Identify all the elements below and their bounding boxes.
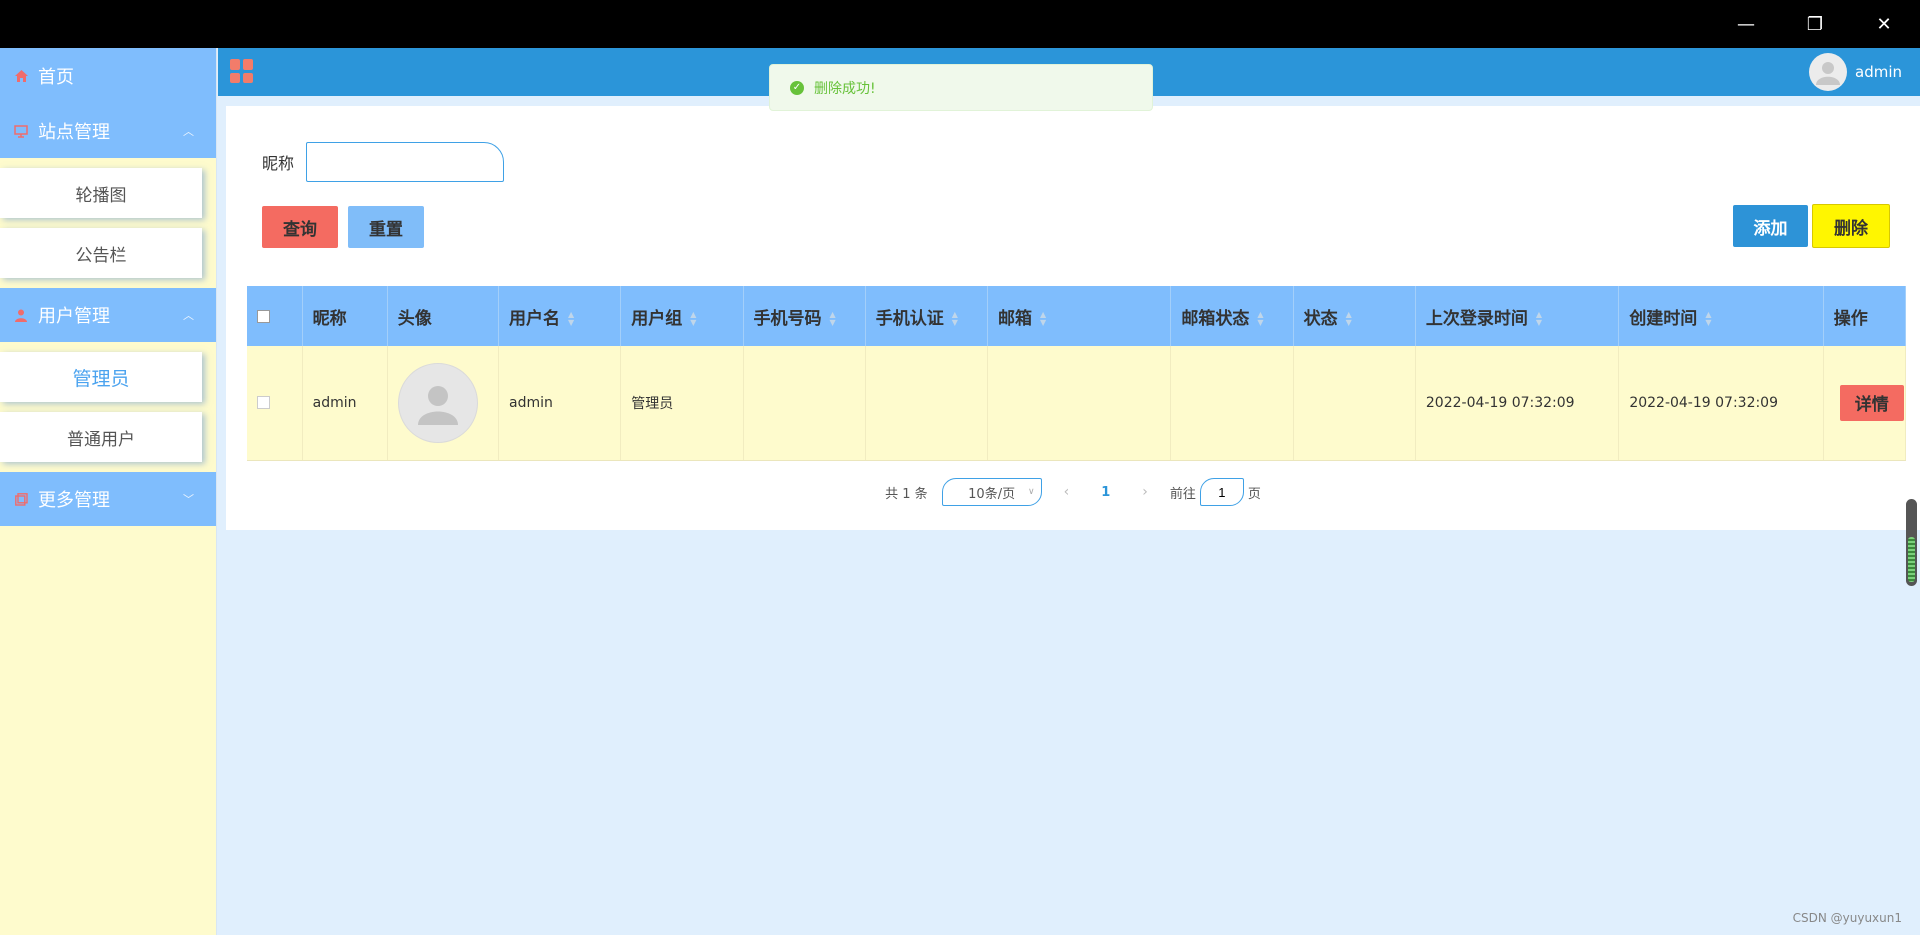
sort-icon[interactable]: ▲ ▼	[1536, 310, 1542, 327]
sort-icon[interactable]: ▲ ▼	[1346, 310, 1352, 327]
cell-last-login: 2022-04-19 07:32:09	[1415, 346, 1620, 461]
check-circle-icon: ✓	[790, 80, 804, 95]
avatar	[397, 362, 478, 443]
sidebar-group-label: 站点管理	[38, 122, 110, 143]
chevron-down-icon: ∨	[1028, 487, 1035, 497]
column-header-sortable[interactable]: 状态 ▲ ▼	[1293, 286, 1416, 346]
column-header-sortable[interactable]: 用户组 ▲ ▼	[620, 286, 744, 346]
users-table: 昵称 头像 用户名 ▲ ▼ 用户组 ▲ ▼ 手机号码 ▲ ▼ 手机认证 ▲ ▼ 邮箱 ▲ ▼ 邮箱状…	[247, 286, 1907, 461]
search-row: 昵称	[262, 142, 505, 182]
page-number[interactable]: 1	[1091, 485, 1120, 500]
goto-group: 前往 页	[1170, 478, 1261, 506]
column-header-sortable[interactable]: 手机号码 ▲ ▼	[743, 286, 866, 346]
add-button[interactable]: 添加	[1733, 205, 1808, 247]
sort-icon[interactable]: ▲ ▼	[1040, 310, 1046, 327]
sidebar-group-label: 更多管理	[38, 490, 110, 511]
sidebar-group-site[interactable]: 站点管理 ︿	[0, 104, 216, 158]
cell-created: 2022-04-19 07:32:09	[1618, 346, 1824, 461]
column-header-sortable[interactable]: 用户名 ▲ ▼	[498, 286, 622, 346]
success-toast: ✓ 删除成功!	[769, 64, 1153, 111]
column-header-sortable[interactable]: 创建时间 ▲ ▼	[1618, 286, 1824, 346]
table-header-row: 昵称 头像 用户名 ▲ ▼ 用户组 ▲ ▼ 手机号码 ▲ ▼ 手机认证 ▲ ▼ 邮箱 ▲ ▼ 邮箱状…	[247, 286, 1907, 346]
cell-action: 详情	[1823, 346, 1907, 461]
cell-nickname: admin	[302, 346, 388, 461]
sort-icon[interactable]: ▲ ▼	[952, 310, 958, 327]
sidebar-item-label: 首页	[38, 67, 74, 88]
cell-email-status	[1170, 346, 1294, 461]
sidebar-group-users[interactable]: 用户管理 ︿	[0, 288, 216, 342]
prev-page-icon[interactable]: ‹	[1056, 484, 1078, 500]
toast-message: 删除成功!	[814, 80, 876, 97]
scrollbar[interactable]	[1906, 499, 1917, 586]
cell-phone-verified	[865, 346, 989, 461]
total-count: 共 1 条	[885, 486, 928, 502]
row-select-cell	[247, 346, 303, 461]
column-header: 操作	[1823, 286, 1907, 346]
sidebar: 首页 站点管理 ︿ 轮播图 公告栏 用户管理 ︿ 管理员 普通用户 更多管理 ﹀	[0, 48, 217, 935]
column-header-sortable[interactable]: 手机认证 ▲ ▼	[865, 286, 989, 346]
column-header-sortable[interactable]: 邮箱状态 ▲ ▼	[1170, 286, 1294, 346]
copy-icon	[14, 492, 28, 506]
minimize-icon[interactable]: —	[1717, 0, 1775, 48]
cell-email	[987, 346, 1172, 461]
table-row: admin admin 管理员 2022-04-19 07:32:09 2022…	[247, 346, 1907, 461]
grid-menu-icon[interactable]	[230, 59, 254, 83]
sidebar-item-carousel[interactable]: 轮播图	[0, 168, 202, 218]
sidebar-item-notice[interactable]: 公告栏	[0, 228, 202, 278]
reset-button[interactable]: 重置	[348, 206, 424, 248]
select-all-cell	[247, 286, 303, 346]
watermark: CSDN @yuyuxun1	[1792, 911, 1902, 925]
pagination: 共 1 条 10条/页 ∨ ‹ 1 › 前往 页	[226, 478, 1920, 506]
column-header: 昵称	[302, 286, 388, 346]
restore-icon[interactable]: ❐	[1786, 0, 1844, 48]
goto-page-input[interactable]	[1199, 478, 1244, 506]
home-icon	[14, 69, 28, 83]
detail-button[interactable]: 详情	[1839, 384, 1904, 421]
username-label: admin	[1855, 63, 1902, 81]
close-icon[interactable]: ✕	[1855, 0, 1913, 48]
sort-icon[interactable]: ▲ ▼	[1705, 310, 1711, 327]
cell-phone	[743, 346, 866, 461]
sidebar-group-more[interactable]: 更多管理 ﹀	[0, 472, 216, 526]
nickname-search-input[interactable]	[306, 142, 505, 182]
window-titlebar: — ❐ ✕	[0, 0, 1920, 48]
user-menu[interactable]: admin	[1809, 48, 1902, 96]
sort-icon[interactable]: ▲ ▼	[830, 310, 836, 327]
cell-status	[1293, 346, 1416, 461]
query-button[interactable]: 查询	[262, 206, 338, 248]
main-panel: 昵称 查询 重置 添加 删除 昵称 头像 用户名 ▲ ▼ 用户组 ▲ ▼ 手机号码 ▲ ▼ …	[226, 106, 1920, 530]
chevron-down-icon: ﹀	[183, 493, 194, 506]
column-header-sortable[interactable]: 上次登录时间 ▲ ▼	[1415, 286, 1620, 346]
avatar	[1809, 53, 1847, 91]
cell-avatar	[387, 346, 500, 461]
sort-icon[interactable]: ▲ ▼	[690, 310, 696, 327]
chevron-up-icon: ︿	[183, 309, 194, 322]
scrollbar-thumb[interactable]	[1908, 537, 1915, 582]
page-size-value: 10条/页	[968, 486, 1016, 502]
delete-button[interactable]: 删除	[1812, 204, 1890, 248]
next-page-icon[interactable]: ›	[1134, 484, 1156, 500]
row-checkbox[interactable]	[257, 396, 270, 410]
column-header-sortable[interactable]: 邮箱 ▲ ▼	[987, 286, 1172, 346]
sidebar-item-home[interactable]: 首页	[0, 48, 216, 104]
sidebar-group-label: 用户管理	[38, 306, 110, 327]
chevron-up-icon: ︿	[183, 125, 194, 138]
sort-icon[interactable]: ▲ ▼	[568, 310, 574, 327]
cell-group: 管理员	[620, 346, 744, 461]
submenu-site: 轮播图 公告栏	[0, 158, 216, 288]
goto-label: 前往	[1169, 486, 1196, 502]
sidebar-item-normal-users[interactable]: 普通用户	[0, 412, 202, 462]
page-size-select[interactable]: 10条/页 ∨	[941, 478, 1042, 506]
cell-username: admin	[498, 346, 622, 461]
select-all-checkbox[interactable]	[257, 309, 270, 323]
sidebar-item-admins[interactable]: 管理员	[0, 352, 202, 402]
page-suffix: 页	[1247, 486, 1261, 502]
monitor-icon	[14, 124, 28, 138]
sort-icon[interactable]: ▲ ▼	[1257, 310, 1263, 327]
user-icon	[14, 308, 28, 322]
column-header: 头像	[387, 286, 500, 346]
search-label: 昵称	[262, 154, 295, 173]
submenu-users: 管理员 普通用户	[0, 342, 216, 472]
